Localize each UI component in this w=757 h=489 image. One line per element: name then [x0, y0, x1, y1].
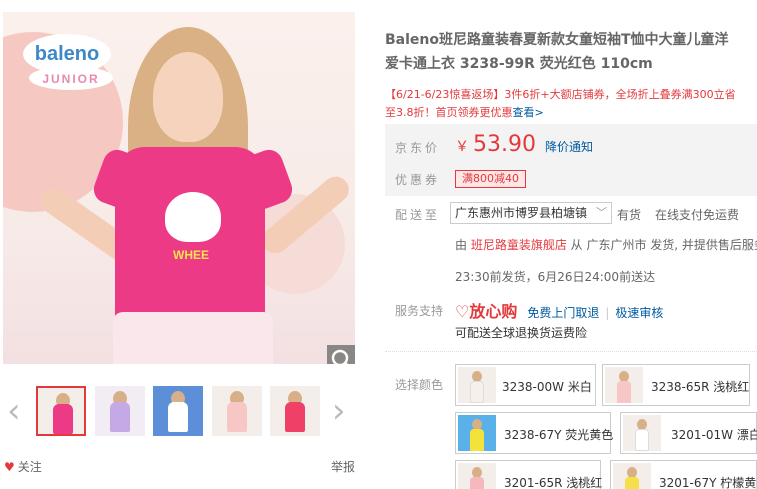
stock-status: 有货	[617, 208, 642, 222]
delivery-time: 23:30前发货，6月26日24:00前送达	[455, 270, 656, 284]
color-option-label: 3238-65R 浅桃红	[651, 380, 750, 394]
service-item-fast-review[interactable]: 极速审核	[615, 306, 663, 320]
logo-sub-text: JUNIOR	[42, 72, 99, 86]
report-link[interactable]: 举报	[331, 458, 355, 475]
thumbnail-1[interactable]	[36, 386, 86, 436]
thumbnail-strip: ‹ ›	[3, 384, 355, 440]
price: ￥ 53.90	[455, 132, 536, 157]
model-shorts	[113, 312, 273, 364]
shop-link[interactable]: 班尼路童装旗舰店	[471, 238, 567, 252]
seller-suffix: 从 广东广州市 发货, 并提供售后服务	[566, 238, 757, 252]
chevron-down-icon: ﹀	[596, 206, 607, 219]
coupon-badge[interactable]: 满800减40	[455, 170, 526, 188]
zoom-button[interactable]	[327, 345, 355, 364]
price-summary: 京东价 ￥ 53.90 降价通知 优惠券 满800减40	[385, 124, 757, 196]
color-option[interactable]: 3201-67Y 柠檬黄	[610, 460, 757, 489]
chevron-right-icon[interactable]: ›	[332, 394, 346, 428]
color-option[interactable]: 3238-67Y 荧光黄色	[455, 412, 614, 454]
color-swatch	[458, 367, 496, 403]
follow-label: 关注	[17, 460, 42, 474]
color-swatch	[605, 367, 643, 403]
price-value: 53.90	[473, 132, 536, 157]
chevron-left-icon[interactable]: ‹	[7, 394, 21, 428]
magnifier-icon	[331, 349, 349, 364]
thumbnail-2[interactable]	[95, 386, 145, 436]
color-option[interactable]: 3201-65R 浅桃红	[455, 460, 603, 489]
thumbnail-5[interactable]	[270, 386, 320, 436]
color-option[interactable]: 3238-00W 米白	[455, 364, 596, 406]
color-option-label: 3238-67Y 荧光黄色	[504, 428, 614, 442]
payment-info: 在线支付免运费	[655, 208, 740, 222]
shirt-print-text: WHEE	[173, 248, 209, 262]
delivery-label: 配送至	[395, 208, 441, 222]
currency-symbol: ￥	[455, 139, 469, 155]
address-value: 广东惠州市博罗县柏塘镇	[455, 206, 588, 220]
service-item-free-pickup[interactable]: 免费上门取退	[527, 306, 599, 320]
color-option-label: 3201-67Y 柠檬黄	[659, 476, 757, 489]
promo-line-2-text: 至3.8折！首页领券更优惠	[385, 106, 513, 119]
promo-text: 【6/21-6/23惊喜返场】3件6折+大额店铺券，全场折上叠券满300立省 至…	[385, 86, 757, 122]
promo-line-1: 【6/21-6/23惊喜返场】3件6折+大额店铺券，全场折上叠券满300立省	[385, 88, 736, 101]
thumbnail-4[interactable]	[212, 386, 262, 436]
color-swatch	[458, 463, 496, 489]
service-support: ♡放心购 免费上门取退 | 极速审核	[455, 302, 664, 321]
color-swatch	[613, 463, 651, 489]
color-option-label: 3201-01W 漂白	[671, 428, 757, 442]
logo-brand-text: baleno	[35, 43, 99, 65]
promo-view-link[interactable]: 查看>	[513, 106, 544, 119]
product-title: Baleno班尼路童装春夏新款女童短袖T恤中大童儿童洋	[385, 32, 729, 48]
promo-line-2: 至3.8折！首页领券更优惠查看>	[385, 104, 757, 122]
service-label: 服务支持	[395, 304, 444, 318]
model-face	[153, 52, 223, 142]
color-option[interactable]: 3238-65R 浅桃红	[602, 364, 750, 406]
divider	[385, 351, 757, 352]
cat-print	[165, 192, 221, 242]
price-drop-notify-link[interactable]: 降价通知	[545, 138, 593, 155]
color-option-label: 3238-00W 米白	[502, 380, 592, 394]
thumbnail-3[interactable]	[153, 386, 203, 436]
heart-icon: ♥	[4, 460, 15, 474]
main-product-image[interactable]: baleno JUNIOR WHEE	[3, 12, 355, 364]
address-select[interactable]: 广东惠州市博罗县柏塘镇 ﹀	[450, 202, 612, 224]
price-label: 京东价	[395, 141, 441, 155]
product-title-line2: 爱卡通上衣 3238-99R 荧光红色 110cm	[385, 56, 653, 72]
global-delivery-info: 可配送全球退换货运费险	[455, 326, 588, 340]
color-label: 选择颜色	[395, 378, 444, 392]
pink-tshirt	[115, 147, 265, 337]
color-option-label: 3201-65R 浅桃红	[504, 476, 603, 489]
seller-info: 由 班尼路童装旗舰店 从 广东广州市 发货, 并提供售后服务	[455, 236, 757, 253]
worry-free-badge[interactable]: ♡放心购	[455, 302, 517, 321]
follow-button[interactable]: ♥ 关注	[4, 458, 42, 475]
seller-prefix: 由	[455, 238, 471, 252]
color-swatch	[623, 415, 661, 451]
coupon-label: 优惠券	[395, 173, 441, 187]
color-swatch	[458, 415, 496, 451]
baleno-junior-logo: baleno JUNIOR	[23, 34, 113, 90]
color-option[interactable]: 3201-01W 漂白	[620, 412, 757, 454]
